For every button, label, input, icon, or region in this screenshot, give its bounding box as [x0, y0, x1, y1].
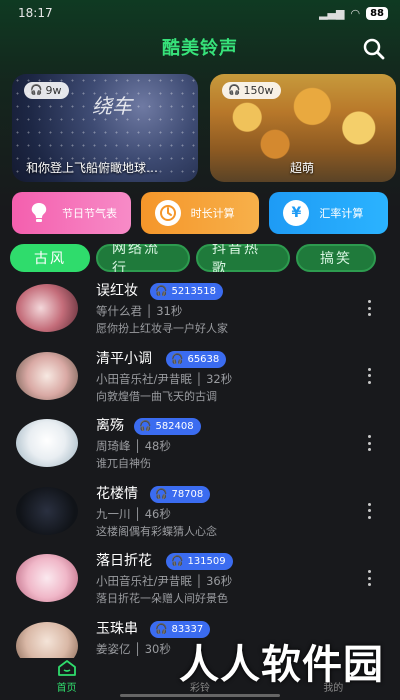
song-cover [16, 554, 78, 602]
tab-douyin-hits[interactable]: 抖音热歌 [196, 244, 290, 272]
song-artist-duration: 九一川 │ 46秒 [96, 506, 171, 521]
song-description: 这楼阁偶有彩蝶猜人心念 [96, 524, 217, 538]
banner-card[interactable]: 🎧 150w 超萌 [210, 74, 396, 182]
status-icons: ▂▄▆ ◠ 88 [319, 6, 388, 20]
search-icon[interactable] [362, 37, 386, 61]
headphones-icon: 🎧 [171, 353, 184, 365]
bulb-icon [26, 200, 52, 226]
header: 酷美铃声 [0, 34, 400, 64]
song-artist-duration: 小田音乐社/尹昔眠 │ 36秒 [96, 574, 233, 588]
festival-table-button[interactable]: 节日节气表 [12, 192, 131, 234]
play-count-badge: 🎧 582408 [134, 418, 201, 435]
play-count: 78708 [171, 488, 204, 500]
more-options-icon[interactable] [366, 300, 372, 316]
banner-caption: 和你登上飞船俯瞰地球… [26, 161, 159, 175]
headphones-icon: 🎧 [155, 286, 168, 297]
nav-label: 首页 [56, 683, 77, 694]
home-icon [57, 660, 76, 676]
headphones-icon: 🎧 [171, 556, 184, 567]
play-count: 65638 [187, 353, 220, 365]
play-count-badge: 🎧 131509 [166, 553, 233, 570]
tab-gufeng[interactable]: 古风 [10, 244, 90, 272]
song-description: 愿你扮上红妆寻一户好人家 [96, 322, 228, 335]
app-title: 酷美铃声 [162, 38, 238, 59]
play-count-badge: 🎧 5213518 [150, 283, 223, 300]
banner-carousel: 🎧 9w 绕车 和你登上飞船俯瞰地球… 🎧 150w 超萌 [12, 74, 396, 182]
play-count: 5213518 [171, 286, 216, 297]
headphones-icon: 🎧 [155, 488, 168, 500]
clock-icon [154, 200, 181, 226]
more-options-icon[interactable] [366, 367, 372, 384]
song-cover [16, 486, 78, 535]
song-title: 落日折花 [96, 553, 152, 569]
battery-level: 88 [366, 6, 388, 20]
list-item[interactable]: 花楼情 🎧 78708 九一川 │ 46秒 这楼阁偶有彩蝶猜人心念 [0, 485, 400, 553]
song-title: 花楼情 [96, 485, 138, 502]
song-cover [16, 419, 78, 467]
more-options-icon[interactable] [366, 570, 372, 586]
song-artist-duration: 周琦峰 │ 48秒 [96, 439, 171, 453]
category-tabs: 古风 网络流行 抖音热歌 搞笑 [10, 244, 390, 272]
tool-row: 节日节气表 时长计算 ¥ 汇率计算 [12, 192, 389, 234]
exchange-rate-button[interactable]: ¥ 汇率计算 [269, 192, 389, 234]
tool-label: 时长计算 [190, 207, 235, 220]
status-time: 18:17 [18, 6, 53, 20]
song-title: 离殇 [96, 418, 124, 434]
more-options-icon[interactable] [366, 502, 372, 519]
duration-calc-button[interactable]: 时长计算 [140, 192, 260, 234]
watermark-text: 人人软件园 [179, 642, 384, 688]
song-description: 向敦煌借一曲飞天的古调 [96, 389, 217, 403]
song-title: 误红妆 [96, 283, 138, 299]
list-item[interactable]: 离殇 🎧 582408 周琦峰 │ 48秒 谁兀自神伤 [0, 417, 400, 485]
wifi-icon: ◠ [350, 6, 361, 20]
song-description: 谁兀自神伤 [96, 457, 151, 470]
banner-card[interactable]: 🎧 9w 绕车 和你登上飞船俯瞰地球… [12, 74, 198, 182]
nav-home[interactable]: 首页 [37, 659, 97, 694]
song-title: 清平小调 [96, 350, 152, 367]
list-item[interactable]: 落日折花 🎧 131509 小田音乐社/尹昔眠 │ 36秒 落日折花一朵赠人间好… [0, 552, 400, 620]
banner-play-count: 🎧 150w [222, 82, 282, 99]
banner-caption: 超萌 [290, 161, 315, 175]
list-item[interactable]: 清平小调 🎧 65638 小田音乐社/尹昔眠 │ 32秒 向敦煌借一曲飞天的古调 [0, 350, 400, 418]
song-description: 落日折花一朵赠人间好景色 [96, 592, 228, 605]
headphones-icon: 🎧 [30, 85, 43, 96]
yen-icon: ¥ [283, 200, 310, 226]
play-count-badge: 🎧 65638 [166, 350, 227, 368]
tab-funny[interactable]: 搞笑 [296, 244, 376, 272]
home-indicator [120, 694, 280, 697]
banner-play-count-value: 9w [45, 84, 62, 97]
song-list: 误红妆 🎧 5213518 等什么君 │ 31秒 愿你扮上红妆寻一户好人家 清平… [0, 282, 400, 687]
tool-label: 节日节气表 [62, 207, 117, 220]
tab-network-popular[interactable]: 网络流行 [96, 244, 190, 272]
song-artist-duration: 等什么君 │ 31秒 [96, 304, 183, 318]
status-bar: 18:17 ▂▄▆ ◠ 88 [0, 0, 400, 26]
song-title: 玉珠串 [96, 620, 138, 637]
signal-icon: ▂▄▆ [319, 6, 345, 20]
headphones-icon: 🎧 [228, 85, 241, 96]
play-count-badge: 🎧 78708 [150, 485, 211, 503]
banner-script-text: 绕车 [92, 94, 132, 118]
headphones-icon: 🎧 [155, 623, 168, 635]
song-cover [16, 351, 78, 400]
list-item[interactable]: 误红妆 🎧 5213518 等什么君 │ 31秒 愿你扮上红妆寻一户好人家 [0, 282, 400, 350]
headphones-icon: 🎧 [139, 421, 152, 432]
song-cover [16, 284, 78, 332]
play-count: 582408 [155, 421, 194, 432]
song-artist-duration: 姜姿亿 │ 30秒 [96, 641, 171, 656]
more-options-icon[interactable] [366, 435, 372, 451]
play-count: 131509 [187, 556, 226, 567]
banner-play-count: 🎧 9w [24, 82, 70, 99]
song-artist-duration: 小田音乐社/尹昔眠 │ 32秒 [96, 371, 233, 386]
banner-play-count-value: 150w [243, 84, 274, 97]
tool-label: 汇率计算 [319, 207, 364, 220]
